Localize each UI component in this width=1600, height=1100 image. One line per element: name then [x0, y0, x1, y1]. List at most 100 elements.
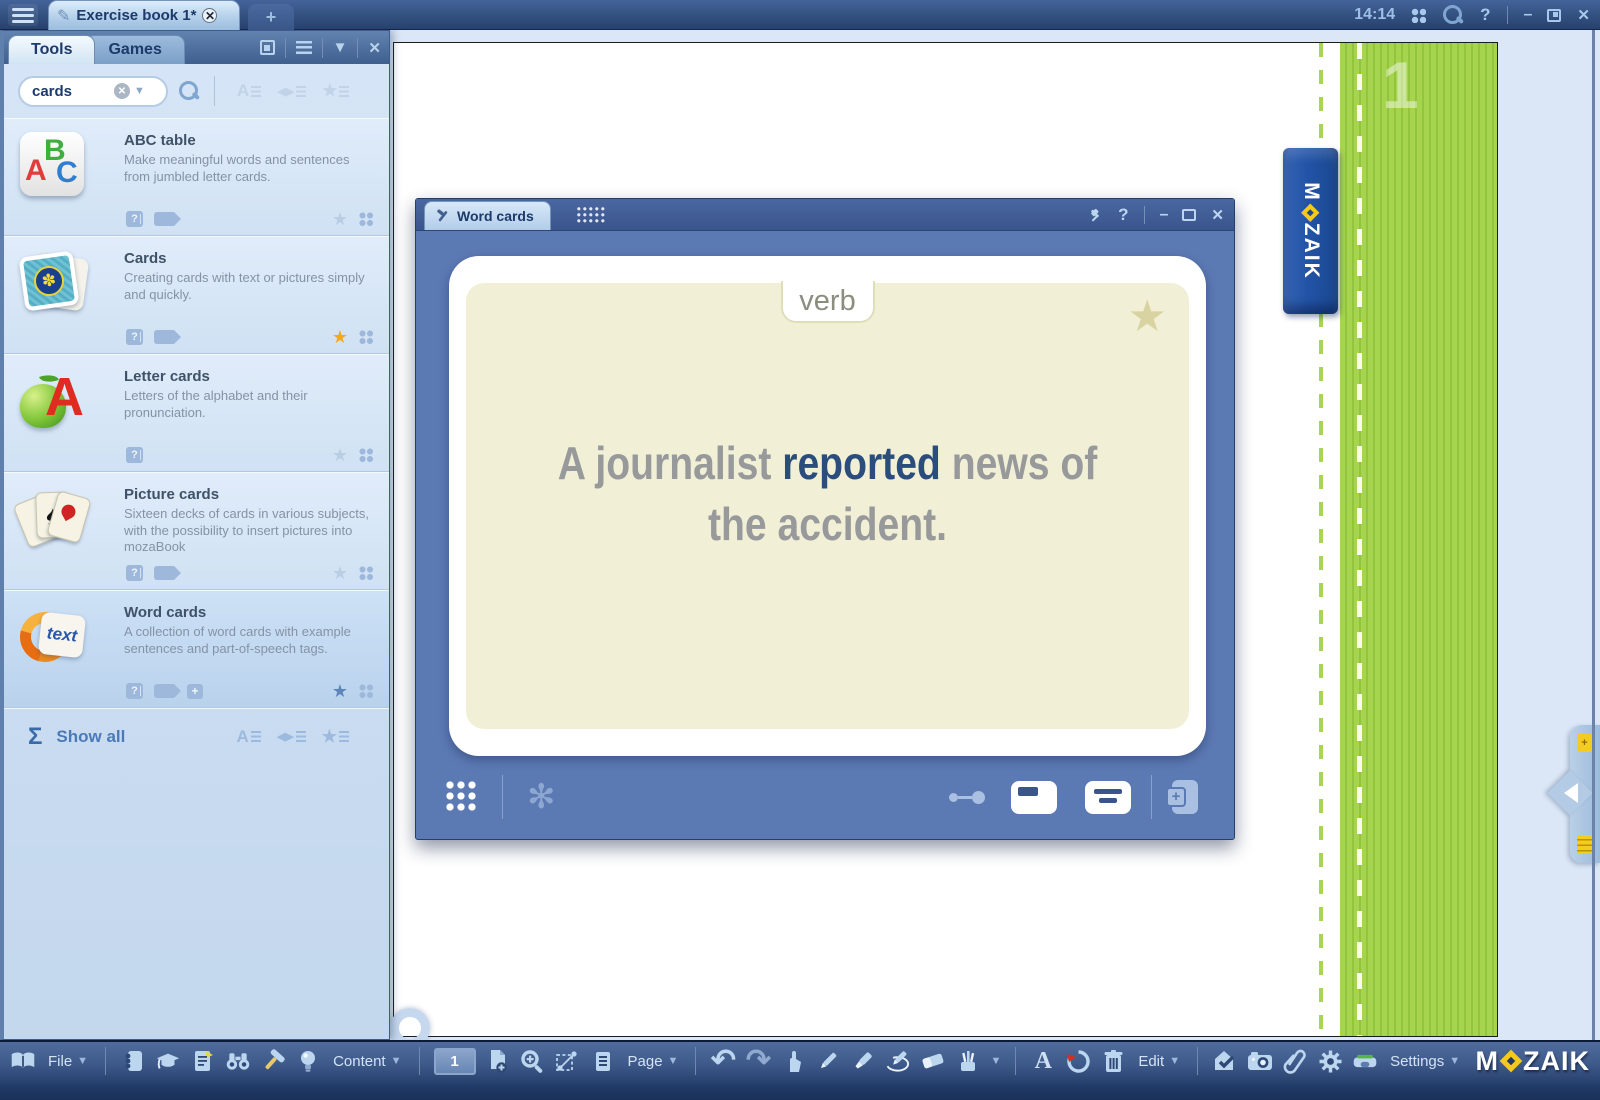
- card-back-view-button[interactable]: [1085, 781, 1131, 814]
- close-panel-icon[interactable]: ✕: [368, 39, 381, 57]
- page-menu[interactable]: Page▼: [625, 1053, 682, 1070]
- help-card-icon[interactable]: ?: [126, 329, 143, 345]
- trash-icon[interactable]: [1100, 1048, 1126, 1074]
- window-minimize-button[interactable]: –: [1160, 206, 1168, 224]
- tab-games[interactable]: Games: [85, 35, 184, 64]
- circling-pen-icon[interactable]: [885, 1048, 911, 1074]
- help-card-icon[interactable]: ?: [126, 447, 143, 463]
- list-item-abc-table[interactable]: A B C ABC table Make meaningful words an…: [4, 118, 389, 236]
- search-history-icon[interactable]: ▼: [134, 85, 145, 97]
- settings-menu[interactable]: Settings▼: [1387, 1053, 1463, 1070]
- drawing-tools-cup-icon[interactable]: [955, 1048, 981, 1074]
- list-item-picture-cards[interactable]: ♠ Picture cards Sixteen decks of cards i…: [4, 472, 389, 590]
- favorite-star-icon[interactable]: ★: [332, 682, 348, 700]
- card-favorite-star-icon[interactable]: ★: [1128, 295, 1167, 339]
- homework-icon[interactable]: [1212, 1048, 1238, 1074]
- sort-alpha-icon[interactable]: A: [237, 727, 261, 747]
- list-item-letter-cards[interactable]: A Letter cards Letters of the alphabet a…: [4, 354, 389, 472]
- minimize-button[interactable]: –: [1524, 6, 1532, 24]
- list-item-word-cards[interactable]: text Word cards A collection of word car…: [4, 590, 389, 708]
- pairing-mode-icon[interactable]: [949, 791, 985, 804]
- tile-view-icon[interactable]: [359, 448, 373, 462]
- apps-grid-icon[interactable]: [1411, 8, 1426, 23]
- main-menu-icon[interactable]: [8, 4, 38, 26]
- pen-tray-icon[interactable]: [1352, 1048, 1378, 1074]
- help-card-icon[interactable]: ?: [126, 683, 143, 699]
- clipboard-icon[interactable]: [1577, 835, 1592, 854]
- page-sorter-icon[interactable]: [590, 1048, 616, 1074]
- snapshot-camera-icon[interactable]: [1247, 1048, 1273, 1074]
- add-to-page-icon[interactable]: [1172, 780, 1198, 814]
- undo-icon[interactable]: ↶: [710, 1048, 736, 1074]
- card-grid-menu-icon[interactable]: [446, 781, 478, 813]
- notebook-icon[interactable]: [120, 1048, 146, 1074]
- search-input[interactable]: [32, 83, 110, 100]
- workbook-canvas[interactable]: 1 M ZAIK + Word cards: [390, 30, 1600, 1040]
- favorite-star-icon[interactable]: ★: [332, 210, 348, 228]
- word-card[interactable]: verb ★ A journalist reported news of the…: [449, 256, 1206, 756]
- idea-bulb-icon[interactable]: [295, 1048, 321, 1074]
- insert-into-book-icon[interactable]: +: [187, 684, 203, 699]
- add-page-icon[interactable]: [485, 1048, 511, 1074]
- drag-handle-dots[interactable]: [577, 207, 607, 223]
- search-icon[interactable]: [178, 80, 200, 102]
- list-item-cards[interactable]: ✽ Cards Creating cards with text or pict…: [4, 236, 389, 354]
- page-flip-edge-nav[interactable]: +: [1570, 725, 1600, 863]
- document-bookmark-icon[interactable]: [190, 1048, 216, 1074]
- replay-icon[interactable]: [1065, 1048, 1091, 1074]
- sort-type-icon[interactable]: ◀▶: [277, 727, 306, 747]
- open-book-icon[interactable]: [10, 1048, 36, 1074]
- tile-view-icon[interactable]: [359, 330, 373, 344]
- sort-favorites-icon[interactable]: ★: [322, 81, 349, 101]
- binoculars-icon[interactable]: [225, 1048, 251, 1074]
- clear-search-icon[interactable]: ✕: [114, 83, 130, 99]
- video-tutorial-icon[interactable]: [154, 566, 176, 580]
- card-front-view-button[interactable]: [1011, 781, 1057, 814]
- tools-expand-icon[interactable]: ▼: [990, 1055, 1001, 1067]
- sort-type-icon[interactable]: ◀▶: [277, 81, 306, 101]
- video-tutorial-icon[interactable]: [154, 684, 176, 698]
- window-close-button[interactable]: ✕: [1211, 206, 1224, 224]
- close-button[interactable]: ✕: [1577, 6, 1590, 24]
- list-view-icon[interactable]: [296, 41, 312, 54]
- text-tool-icon[interactable]: A: [1030, 1048, 1056, 1074]
- video-tutorial-icon[interactable]: [154, 212, 176, 226]
- previous-page-arrow-icon[interactable]: [1564, 783, 1578, 803]
- tile-view-icon[interactable]: [359, 566, 373, 580]
- help-icon[interactable]: ?: [1480, 5, 1490, 25]
- sort-alpha-icon[interactable]: A: [237, 81, 261, 101]
- favorite-star-icon[interactable]: ★: [332, 328, 348, 346]
- help-card-icon[interactable]: ?: [126, 211, 143, 227]
- new-tab-button[interactable]: +: [248, 4, 294, 30]
- exercise-book-tab[interactable]: ✎ Exercise book 1* ✕: [48, 0, 240, 30]
- zoom-icon[interactable]: [520, 1048, 546, 1074]
- edit-menu[interactable]: Edit▼: [1135, 1053, 1183, 1070]
- education-cap-icon[interactable]: [155, 1048, 181, 1074]
- show-all-row[interactable]: Σ Show all A ◀▶ ★: [4, 708, 389, 764]
- tab-close-icon[interactable]: ✕: [202, 8, 217, 23]
- sort-favorites-icon[interactable]: ★: [322, 727, 349, 747]
- ornament-icon[interactable]: ✻: [527, 780, 556, 814]
- page-number-box[interactable]: 1: [434, 1048, 476, 1075]
- pin-icon[interactable]: [1086, 207, 1103, 224]
- collapse-panel-icon[interactable]: ▼: [333, 39, 348, 56]
- eraser-icon[interactable]: [920, 1048, 946, 1074]
- tile-view-icon[interactable]: [359, 212, 373, 226]
- hammer-icon[interactable]: [260, 1048, 286, 1074]
- marker-icon[interactable]: [850, 1048, 876, 1074]
- favorite-star-icon[interactable]: ★: [332, 446, 348, 464]
- help-card-icon[interactable]: ?: [126, 565, 143, 581]
- attachment-paperclip-icon[interactable]: [1282, 1048, 1308, 1074]
- word-cards-titlebar[interactable]: Word cards ? – ✕: [416, 199, 1234, 231]
- restore-button[interactable]: [1547, 9, 1561, 22]
- content-menu[interactable]: Content▼: [330, 1053, 404, 1070]
- global-search-icon[interactable]: [1442, 4, 1464, 26]
- new-page-icon[interactable]: +: [1577, 734, 1592, 752]
- dock-panel-icon[interactable]: [260, 40, 275, 55]
- word-cards-window[interactable]: Word cards ? – ✕ verb: [415, 198, 1235, 840]
- gear-icon[interactable]: [1317, 1048, 1343, 1074]
- video-tutorial-icon[interactable]: [154, 330, 176, 344]
- word-cards-window-tab[interactable]: Word cards: [424, 201, 551, 230]
- tile-view-icon[interactable]: [359, 684, 373, 698]
- pointer-hand-icon[interactable]: [780, 1048, 806, 1074]
